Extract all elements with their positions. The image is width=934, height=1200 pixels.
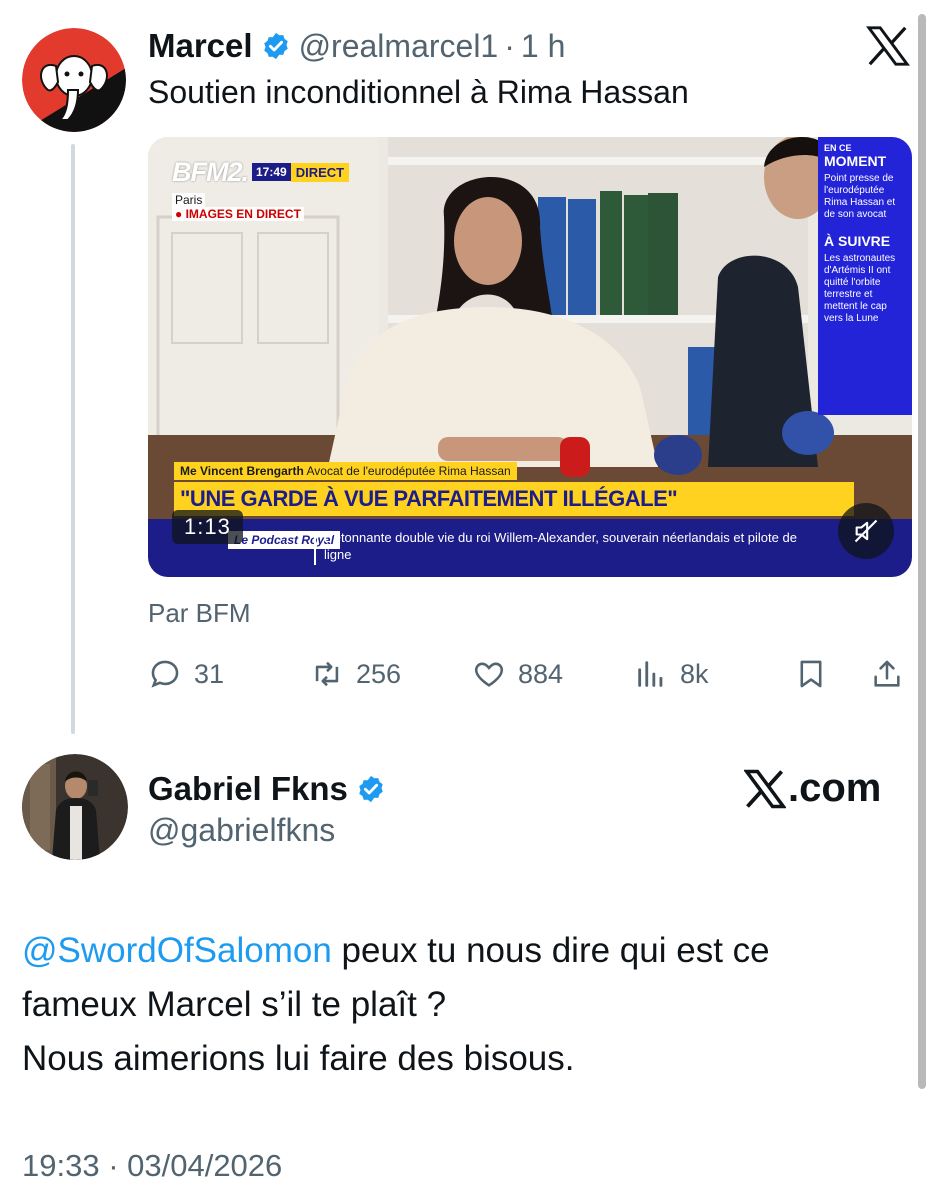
text-line-2: fameux Marcel s’il te plaît ? [22,985,447,1024]
retweet-button[interactable]: 256 [310,654,401,694]
ticker-text: L'étonnante double vie du roi Willem-Ale… [324,530,797,562]
tweet-timestamp[interactable]: 19:33 · 03/04/2026 [22,1148,282,1184]
x-com-brand[interactable]: .com [744,766,881,811]
location-label: Paris [172,193,206,207]
author-handle[interactable]: @realmarcel1 [299,28,499,65]
speaker-muted-icon [854,519,878,543]
retweet-icon [315,661,339,687]
views-button[interactable]: 8k [634,654,709,694]
live-label: ● IMAGES EN DIRECT [172,207,304,221]
thread-line [71,144,75,734]
ticker-divider [314,531,316,565]
text-line-1: @SwordOfSalomon peux tu nous dire qui es… [22,924,912,978]
reply-button[interactable]: 31 [148,654,224,694]
author-handle[interactable]: @gabrielfkns [148,812,335,849]
mute-button[interactable] [838,503,894,559]
channel-logo: BFM2. 17:49 DIRECT [172,157,350,187]
side-en-ce: EN CE [824,143,852,153]
text-line-3: Nous aimerions lui faire des bisous. [22,1039,575,1078]
speaker-role: Avocat de l'eurodéputée Rima Hassan [306,464,511,478]
avatar[interactable] [22,754,128,860]
side-moment-body: Point presse de l'eurodéputée Rima Hassa… [824,173,896,220]
views-count: 8k [680,658,709,689]
share-button[interactable] [870,654,916,694]
share-icon [874,660,900,687]
heart-icon [474,662,504,687]
video-duration: 1:13 [172,510,243,544]
x-logo-icon [744,769,786,808]
tweet-header: Marcel @realmarcel1 · 1 h [148,24,565,68]
action-bar: 31 256 884 8k [148,654,912,694]
brand-domain: .com [788,766,882,810]
video-player[interactable]: BFM2. 17:49 DIRECT Paris ● IMAGES EN DIR… [148,137,912,577]
elephant-icon [22,28,126,132]
author-name[interactable]: Gabriel Fkns [148,770,348,808]
verified-badge-icon [359,775,383,803]
x-logo-icon[interactable] [866,26,910,66]
separator-dot: · [504,27,515,64]
profile-photo [22,754,128,860]
retweet-count: 256 [356,658,402,689]
tweet-header: Gabriel Fkns [148,770,394,808]
tweet-text: @SwordOfSalomon peux tu nous dire qui es… [22,924,912,1086]
like-button[interactable]: 884 [472,654,563,694]
post-time[interactable]: 1 h [521,28,565,65]
views-chart-icon [638,661,663,687]
reply-count: 31 [194,658,225,689]
tweet-text: Soutien inconditionnel à Rima Hassan [148,74,689,110]
reply-icon [151,660,179,688]
broadcast-side-panel: EN CE MOMENT Point presse de l'eurodéput… [818,137,912,415]
broadcast-clock: 17:49 [252,163,291,181]
bookmark-icon [800,660,822,688]
lower-third-name: Me Vincent Brengarth Avocat de l'eurodép… [174,462,517,480]
lower-third-headline: "UNE GARDE À VUE PARFAITEMENT ILLÉGALE" [174,482,854,516]
side-next-title: À SUIVRE [824,233,891,249]
speaker-name: Me Vincent Brengarth [180,464,304,478]
news-ticker: Le Podcast Royal L'étonnante double vie … [148,519,912,577]
media-source[interactable]: Par BFM [148,598,251,629]
avatar[interactable] [22,28,126,132]
side-moment-title: MOMENT [824,153,887,169]
verified-badge-icon [263,32,288,60]
mention-link[interactable]: @SwordOfSalomon [22,931,332,970]
direct-label: DIRECT [290,162,350,182]
bookmark-button[interactable] [794,654,840,694]
scrollbar[interactable] [918,14,926,1089]
author-name[interactable]: Marcel [148,27,253,65]
text-line-1-rest: peux tu nous dire qui est ce [331,931,770,970]
like-count: 884 [518,658,564,689]
side-next-body: Les astronautes d'Artémis II ont quitté … [824,253,896,324]
